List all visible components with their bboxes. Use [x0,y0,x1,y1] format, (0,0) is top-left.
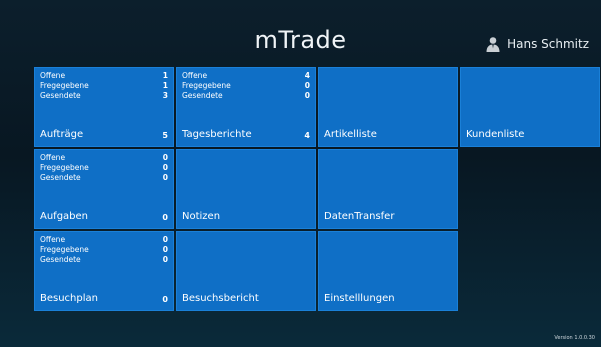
tile-label: Artikelliste [324,129,377,140]
stat-value: 0 [304,91,310,100]
tile-label: Besuchplan [40,293,98,304]
user-profile[interactable]: Hans Schmitz [485,36,589,52]
version-label: Version 1.0.0.30 [554,335,595,341]
stat-row: Offene 0 [40,235,168,245]
stat-label: Offene [182,71,208,80]
stat-row: Fregegebene 0 [40,245,168,255]
person-icon [485,36,501,52]
stat-row: Gesendete 0 [182,91,310,101]
stat-row: Offene 1 [40,71,168,81]
stat-row: Gesendete 0 [40,173,168,183]
stat-row: Fregegebene 0 [40,163,168,173]
stat-value: 4 [304,71,310,80]
tile-tagesberichte[interactable]: Offene 4 Fregegebene 0 Gesendete 0 Tagesber… [176,67,316,147]
stat-row: Fregegebene 0 [182,81,310,91]
tile-stats: Offene 0 Fregegebene 0 Gesendete 0 [40,153,168,183]
tile-stats: Offene 1 Fregegebene 1 Gesendete 3 [40,71,168,101]
tile-besuchsbericht[interactable]: Besuchsbericht [176,231,316,311]
tile-grid: Offene 1 Fregegebene 1 Gesendete 3 Aufträge… [34,67,600,311]
tile-label: Aufgaben [40,211,89,222]
tile-count: 0 [162,213,168,222]
tile-label: Aufträge [40,129,84,140]
stat-label: Fregegebene [182,81,231,90]
tile-stats: Offene 4 Fregegebene 0 Gesendete 0 [182,71,310,101]
stat-label: Fregegebene [40,245,89,254]
tile-count: 5 [162,131,168,140]
tile-count: 4 [304,131,310,140]
tile-label: Besuchsbericht [182,293,259,304]
tile-label: Kundenliste [466,129,525,140]
stat-value: 0 [162,255,168,264]
tile-aufgaben[interactable]: Offene 0 Fregegebene 0 Gesendete 0 Aufgaben… [34,149,174,229]
tile-notizen[interactable]: Notizen [176,149,316,229]
stat-value: 0 [162,163,168,172]
tile-label: DatenTransfer [324,211,395,222]
tile-label: Einstelllungen [324,293,395,304]
stat-value: 0 [304,81,310,90]
tile-count: 0 [162,295,168,304]
stat-row: Gesendete 3 [40,91,168,101]
tile-datentransfer[interactable]: DatenTransfer [318,149,458,229]
stat-label: Gesendete [182,91,223,100]
stat-label: Fregegebene [40,81,89,90]
stat-label: Offene [40,153,66,162]
tile-artikelliste[interactable]: Artikelliste [318,67,458,147]
user-name: Hans Schmitz [507,37,589,51]
stat-value: 0 [162,245,168,254]
stat-row: Fregegebene 1 [40,81,168,91]
stat-label: Gesendete [40,255,81,264]
stat-value: 3 [162,91,168,100]
stat-label: Gesendete [40,173,81,182]
stat-value: 1 [162,71,168,80]
stat-row: Gesendete 0 [40,255,168,265]
tile-label: Tagesberichte [182,129,252,140]
tile-label: Notizen [182,211,221,222]
tile-besuchplan[interactable]: Offene 0 Fregegebene 0 Gesendete 0 Besuchpl… [34,231,174,311]
stat-value: 1 [162,81,168,90]
tile-einstellungen[interactable]: Einstelllungen [318,231,458,311]
stat-row: Offene 4 [182,71,310,81]
stat-label: Offene [40,235,66,244]
stat-label: Fregegebene [40,163,89,172]
stat-value: 0 [162,235,168,244]
stat-label: Offene [40,71,66,80]
stat-row: Offene 0 [40,153,168,163]
stat-label: Gesendete [40,91,81,100]
stat-value: 0 [162,153,168,162]
tile-stats: Offene 0 Fregegebene 0 Gesendete 0 [40,235,168,265]
tile-kundenliste[interactable]: Kundenliste [460,67,600,147]
stat-value: 0 [162,173,168,182]
tile-auftraege[interactable]: Offene 1 Fregegebene 1 Gesendete 3 Aufträge… [34,67,174,147]
